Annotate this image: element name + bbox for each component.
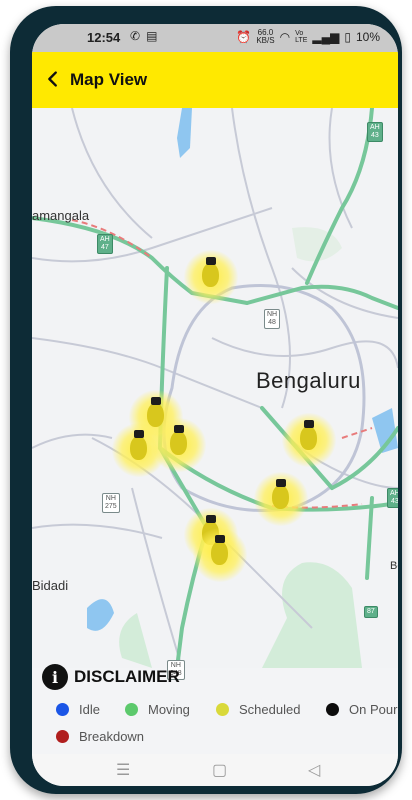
recent-apps-icon[interactable]: ☰: [116, 760, 130, 780]
legend-label: Scheduled: [239, 702, 301, 717]
app-bar: Map View: [32, 52, 398, 108]
city-label: Bengaluru: [256, 368, 361, 393]
vehicle-marker-scheduled[interactable]: [184, 250, 238, 304]
highway-shield: AH 47: [97, 234, 113, 254]
volte-label: Vo LTE: [295, 30, 308, 44]
vehicle-marker-scheduled[interactable]: [152, 418, 206, 472]
place-label-amangala: amangala: [32, 208, 90, 223]
legend-dot-scheduled: [216, 703, 229, 716]
chevron-left-icon[interactable]: [42, 68, 64, 90]
status-right: ⏰ 66.0 KB/S ◠ Vo LTE ▂▄▆ ▯ 10%: [236, 29, 380, 45]
disclaimer-label[interactable]: DISCLAIMER: [74, 667, 180, 687]
legend-item-scheduled: Scheduled: [216, 702, 300, 717]
home-icon[interactable]: ▢: [212, 760, 227, 780]
battery-icon: ▯: [344, 30, 351, 44]
highway-shield: NH 48: [264, 309, 281, 329]
highway-shield: AH 43: [367, 122, 383, 142]
disclaimer[interactable]: i DISCLAIMER: [42, 664, 180, 690]
place-label-bidadi: Bidadi: [32, 578, 69, 593]
legend-item-idle: Idle: [56, 702, 100, 717]
status-time: 12:54: [87, 30, 121, 45]
legend-label: Idle: [79, 702, 100, 717]
page-title: Map View: [70, 70, 148, 89]
screen: 12:54 ✆ ▤ ⏰ 66.0 KB/S ◠ Vo LTE ▂▄▆ ▯ 10%: [32, 24, 398, 786]
legend-item-moving: Moving: [125, 702, 190, 717]
battery-percent: 10%: [355, 30, 380, 44]
signal-icon: ▂▄▆: [312, 30, 340, 44]
legend-item-breakdown: Breakdown: [56, 729, 144, 744]
highway-shield: NH 275: [102, 493, 120, 513]
vehicle-marker-scheduled[interactable]: [254, 472, 308, 526]
legend-label: Moving: [148, 702, 190, 717]
highway-shield: AH 43: [387, 488, 398, 508]
phone-frame: 12:54 ✆ ▤ ⏰ 66.0 KB/S ◠ Vo LTE ▂▄▆ ▯ 10%: [10, 6, 402, 794]
legend-dot-on-pour: [326, 703, 339, 716]
place-label-bon: Bon: [390, 560, 398, 572]
alarm-icon: ⏰: [236, 30, 252, 44]
legend-dot-moving: [125, 703, 138, 716]
vehicle-marker-scheduled[interactable]: [282, 413, 336, 467]
info-icon[interactable]: i: [42, 664, 68, 690]
legend-dot-idle: [56, 703, 69, 716]
system-nav-bar: ☰ ▢ ◁: [32, 754, 398, 786]
wifi-icon: ◠: [279, 30, 291, 44]
legend-label: Breakdown: [79, 729, 145, 744]
notification-icons: ✆ ▤: [130, 29, 157, 43]
legend-label: On Pour: [349, 702, 398, 717]
net-speed: 66.0 KB/S: [256, 28, 275, 45]
legend-dot-breakdown: [56, 730, 69, 743]
map-view[interactable]: amangala Bidadi Bon Bengaluru AH 47 NH 4…: [32, 108, 398, 680]
app-notification-icon: ▤: [146, 29, 158, 43]
whatsapp-icon: ✆: [130, 29, 141, 43]
status-bar: 12:54 ✆ ▤ ⏰ 66.0 KB/S ◠ Vo LTE ▂▄▆ ▯ 10%: [32, 24, 398, 52]
legend-item-on-pour: On Pour: [326, 702, 397, 717]
highway-shield: 87: [364, 606, 378, 618]
vehicle-marker-scheduled[interactable]: [193, 528, 247, 582]
back-nav-icon[interactable]: ◁: [308, 760, 320, 780]
